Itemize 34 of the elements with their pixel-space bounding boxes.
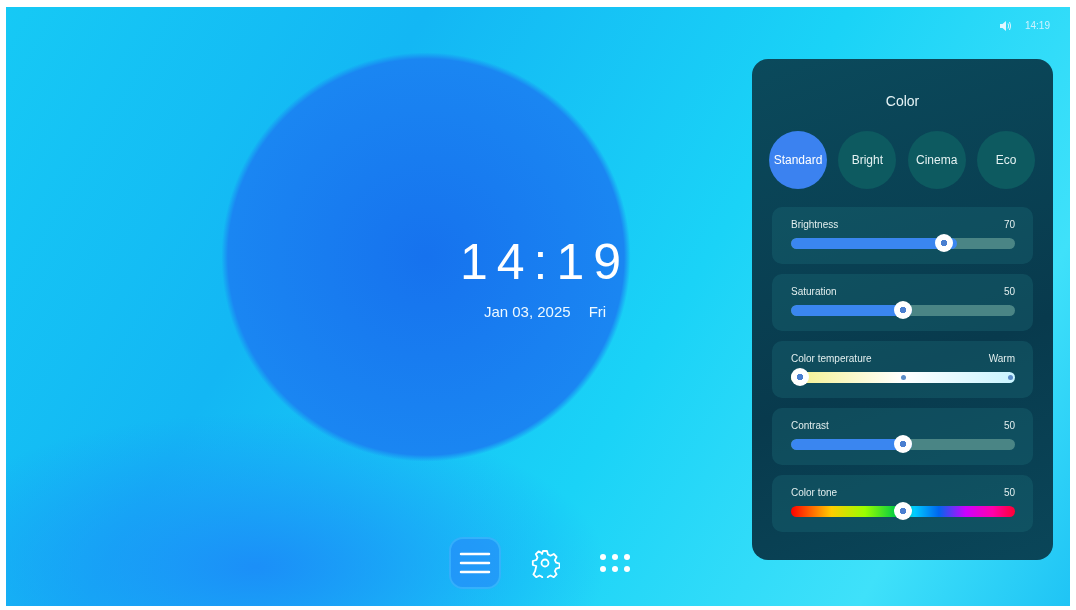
slider-label: Brightness — [791, 219, 839, 230]
slider-thumb[interactable] — [894, 435, 912, 453]
mode-button[interactable]: Cinema — [907, 131, 966, 189]
slider-thumb[interactable] — [935, 234, 954, 252]
slider-track[interactable] — [791, 234, 1015, 252]
slider-track[interactable] — [791, 368, 1015, 386]
slider-thumb[interactable] — [894, 301, 912, 319]
apps-grid-icon — [599, 553, 631, 573]
panel-title: Color — [884, 93, 921, 109]
slider-value: Warm — [988, 353, 1015, 364]
menu-icon — [459, 551, 491, 575]
slider-label: Saturation — [791, 286, 837, 297]
slider-label: Contrast — [791, 420, 829, 431]
slider-label: Color tone — [791, 487, 838, 498]
clock-time: 14:19 — [459, 233, 631, 292]
clock-weekday: Fri — [588, 303, 607, 320]
status-time: 14:19 — [1024, 20, 1050, 31]
slider-track[interactable] — [791, 301, 1015, 319]
clock-date: Jan 03, 2025 — [483, 303, 571, 320]
speaker-icon — [999, 20, 1011, 31]
slider-value: 50 — [1003, 420, 1015, 431]
slider-value: 50 — [1003, 286, 1015, 297]
mode-button[interactable]: Eco — [977, 131, 1035, 189]
mode-button[interactable]: Bright — [838, 131, 897, 189]
settings-icon — [530, 548, 560, 578]
slider-thumb[interactable] — [791, 368, 809, 386]
slider-value: 70 — [1003, 219, 1015, 230]
slider-track[interactable] — [791, 435, 1015, 453]
slider-track[interactable] — [791, 502, 1015, 520]
slider-label: Color temperature — [791, 353, 872, 364]
mode-button[interactable]: Standard — [769, 131, 827, 189]
menu-button[interactable] — [451, 539, 499, 587]
slider-thumb[interactable] — [894, 502, 912, 520]
slider-value: 50 — [1003, 487, 1015, 498]
